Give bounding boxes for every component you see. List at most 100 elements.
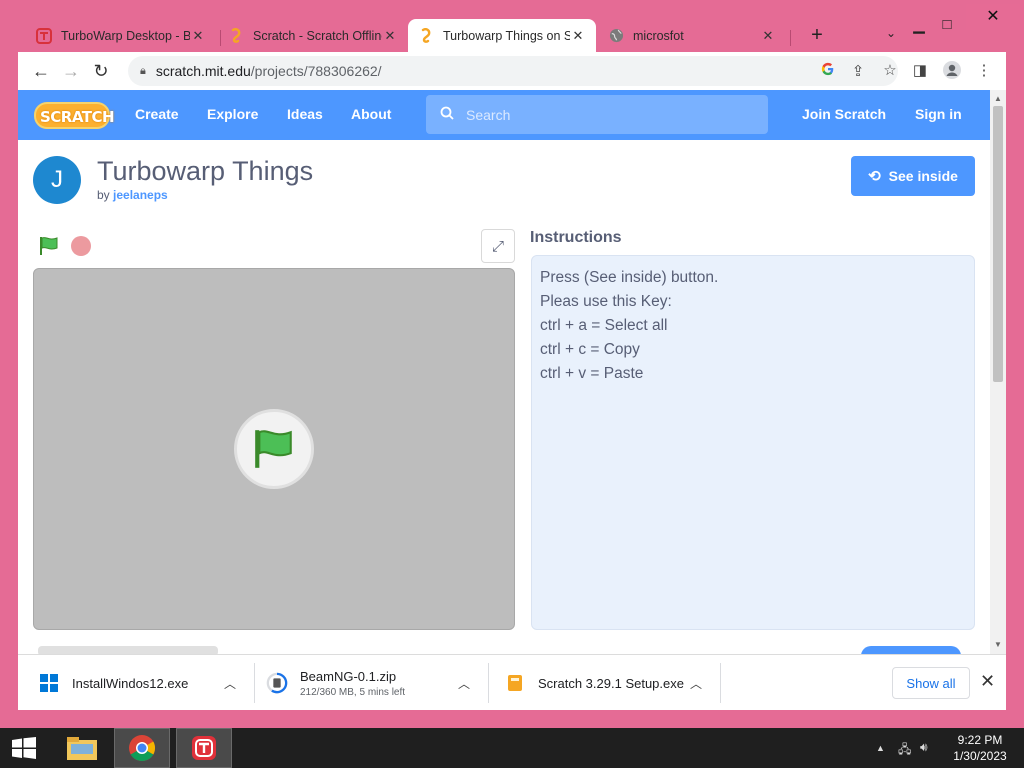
taskbar-clock[interactable]: 9:22 PM 1/30/2023 xyxy=(948,732,1012,764)
back-arrow-icon[interactable]: ← xyxy=(26,61,56,82)
forward-arrow-icon[interactable]: → xyxy=(56,61,86,82)
page-title: Turbowarp Things xyxy=(97,156,314,186)
tab-turbowarp-things[interactable]: Turbowarp Things on Sc ✕ xyxy=(408,19,596,52)
green-flag-icon xyxy=(255,430,292,468)
close-tab-icon[interactable]: ✕ xyxy=(570,28,586,44)
tab-title: Turbowarp Things on Sc xyxy=(443,28,570,43)
new-tab-button[interactable]: + xyxy=(806,24,828,47)
scratch-logo[interactable]: SCRATCH xyxy=(34,99,115,131)
tab-microsfot[interactable]: microsfot ✕ xyxy=(598,19,786,52)
see-inside-button[interactable]: ⟲ See inside xyxy=(851,156,975,196)
close-tab-icon[interactable]: ✕ xyxy=(382,28,398,44)
windows-logo-icon xyxy=(12,737,36,759)
tab-title: Scratch - Scratch Offline xyxy=(253,28,382,43)
tab-title: microsfot xyxy=(633,28,684,43)
kebab-menu-icon[interactable]: ⋮ xyxy=(974,61,994,79)
download-item[interactable]: InstallWindos12.exe xyxy=(38,663,188,703)
side-panel-icon[interactable]: ◨ xyxy=(910,61,930,79)
scratch-cat-icon xyxy=(228,27,244,44)
scrollbar-thumb[interactable] xyxy=(993,106,1003,382)
chevron-up-icon[interactable]: ︿ xyxy=(224,675,236,692)
fullscreen-icon[interactable]: ⤢ xyxy=(481,229,515,263)
tray-chevron-icon[interactable]: ▲ xyxy=(876,743,885,753)
instruction-line: ctrl + a = Select all xyxy=(540,317,668,334)
scratch-setup-icon xyxy=(504,672,526,694)
network-icon[interactable]: 🖧︎ xyxy=(898,740,911,761)
show-all-button[interactable]: Show all xyxy=(892,667,970,699)
scroll-down-icon[interactable]: ▼ xyxy=(994,640,1002,649)
url-host: scratch.mit.edu xyxy=(155,63,251,79)
chevron-up-icon[interactable]: ︿ xyxy=(690,675,702,692)
scratch-navbar: SCRATCH Create Explore Ideas About Searc… xyxy=(18,90,990,140)
download-status: 212/360 MB, 5 mins left xyxy=(300,686,406,698)
scratch-cat-icon xyxy=(418,27,434,44)
download-name: Scratch 3.29.1 Setup.exe xyxy=(538,675,684,691)
instruction-line: Press (See inside) button. xyxy=(540,269,719,286)
avatar[interactable]: J xyxy=(33,156,81,204)
remix-arrows-icon: ⟲ xyxy=(868,168,881,185)
play-green-flag-button[interactable] xyxy=(234,409,314,489)
scroll-up-icon[interactable]: ▲ xyxy=(994,94,1002,103)
chevron-up-icon[interactable]: ︿ xyxy=(458,675,470,692)
start-button[interactable] xyxy=(0,728,48,768)
search-placeholder: Search xyxy=(466,106,511,123)
instruction-line: ctrl + c = Copy xyxy=(540,341,640,358)
author-link[interactable]: jeelaneps xyxy=(113,188,168,202)
search-input[interactable]: Search xyxy=(426,95,768,134)
turbowarp-taskbar-icon[interactable] xyxy=(176,728,232,768)
sign-in-link[interactable]: Sign in xyxy=(915,106,962,122)
project-stage[interactable] xyxy=(33,268,515,630)
tab-search-chevron-icon[interactable]: ⌄ xyxy=(886,26,896,40)
profile-avatar-icon[interactable] xyxy=(942,61,962,83)
window-close-icon[interactable]: ✕ xyxy=(966,4,1020,30)
download-item[interactable]: Scratch 3.29.1 Setup.exe xyxy=(504,663,684,703)
instruction-line: Pleas use this Key: xyxy=(540,293,672,310)
nav-explore[interactable]: Explore xyxy=(207,106,258,122)
partially-visible-text xyxy=(38,646,218,654)
minimize-icon[interactable]: ▁ xyxy=(908,16,930,34)
download-name: BeamNG-0.1.zip xyxy=(300,668,397,684)
project-author: by jeelaneps xyxy=(97,188,168,202)
scratch-logo-text: SCRATCH xyxy=(40,108,115,126)
download-bar: InstallWindos12.exe ︿ BeamNG-0.1.zip 212… xyxy=(18,654,1006,710)
join-scratch-link[interactable]: Join Scratch xyxy=(802,106,886,122)
search-icon xyxy=(440,106,454,123)
chrome-taskbar-icon[interactable] xyxy=(114,728,170,768)
windows-taskbar: ▲ 🖧︎ 🔊︎ 9:22 PM 1/30/2023 xyxy=(0,728,1024,768)
star-bookmark-icon[interactable]: ☆ xyxy=(880,61,900,79)
windows-installer-icon xyxy=(38,672,60,694)
close-tab-icon[interactable]: ✕ xyxy=(760,28,776,44)
close-tab-icon[interactable]: ✕ xyxy=(190,28,206,44)
tab-scratch-offline[interactable]: Scratch - Scratch Offline ✕ xyxy=(218,19,408,52)
maximize-icon[interactable]: □ xyxy=(936,16,958,33)
stop-sign-icon[interactable] xyxy=(71,236,91,256)
page-scrollbar[interactable]: ▲ ▼ xyxy=(990,90,1006,654)
tab-strip: TurboWarp Desktop - B ✕ Scratch - Scratc… xyxy=(10,4,1020,52)
share-icon[interactable]: ⇪ xyxy=(848,62,868,80)
nav-create[interactable]: Create xyxy=(135,106,179,122)
nav-about[interactable]: About xyxy=(351,106,391,122)
tab-title: TurboWarp Desktop - B xyxy=(61,28,190,43)
clock-time: 9:22 PM xyxy=(957,733,1003,747)
download-item[interactable]: BeamNG-0.1.zip 212/360 MB, 5 mins left xyxy=(266,663,405,703)
tab-turbowarp-desktop[interactable]: TurboWarp Desktop - B ✕ xyxy=(26,19,216,52)
instructions-heading: Instructions xyxy=(530,229,622,246)
close-icon[interactable]: ✕ xyxy=(980,671,995,692)
partially-visible-button[interactable] xyxy=(861,646,961,654)
web-page: SCRATCH Create Explore Ideas About Searc… xyxy=(18,90,990,654)
divider xyxy=(254,663,255,703)
lock-icon: 🔒︎ xyxy=(140,64,146,77)
see-inside-label: See inside xyxy=(888,168,958,184)
tab-separator xyxy=(790,30,791,46)
download-name: InstallWindos12.exe xyxy=(72,675,189,691)
google-g-icon[interactable] xyxy=(818,62,838,80)
reload-icon[interactable]: ↻ xyxy=(86,61,116,82)
nav-ideas[interactable]: Ideas xyxy=(287,106,323,122)
volume-icon[interactable]: 🔊︎ xyxy=(920,740,928,755)
divider xyxy=(488,663,489,703)
browser-toolbar: ← → ↻ 🔒︎ scratch.mit.edu/projects/788306… xyxy=(18,52,1006,90)
address-bar[interactable]: 🔒︎ scratch.mit.edu/projects/788306262/ ⇪… xyxy=(128,56,898,86)
file-explorer-icon[interactable] xyxy=(58,728,106,768)
zip-progress-icon xyxy=(266,672,288,694)
green-flag-icon[interactable] xyxy=(38,236,60,261)
